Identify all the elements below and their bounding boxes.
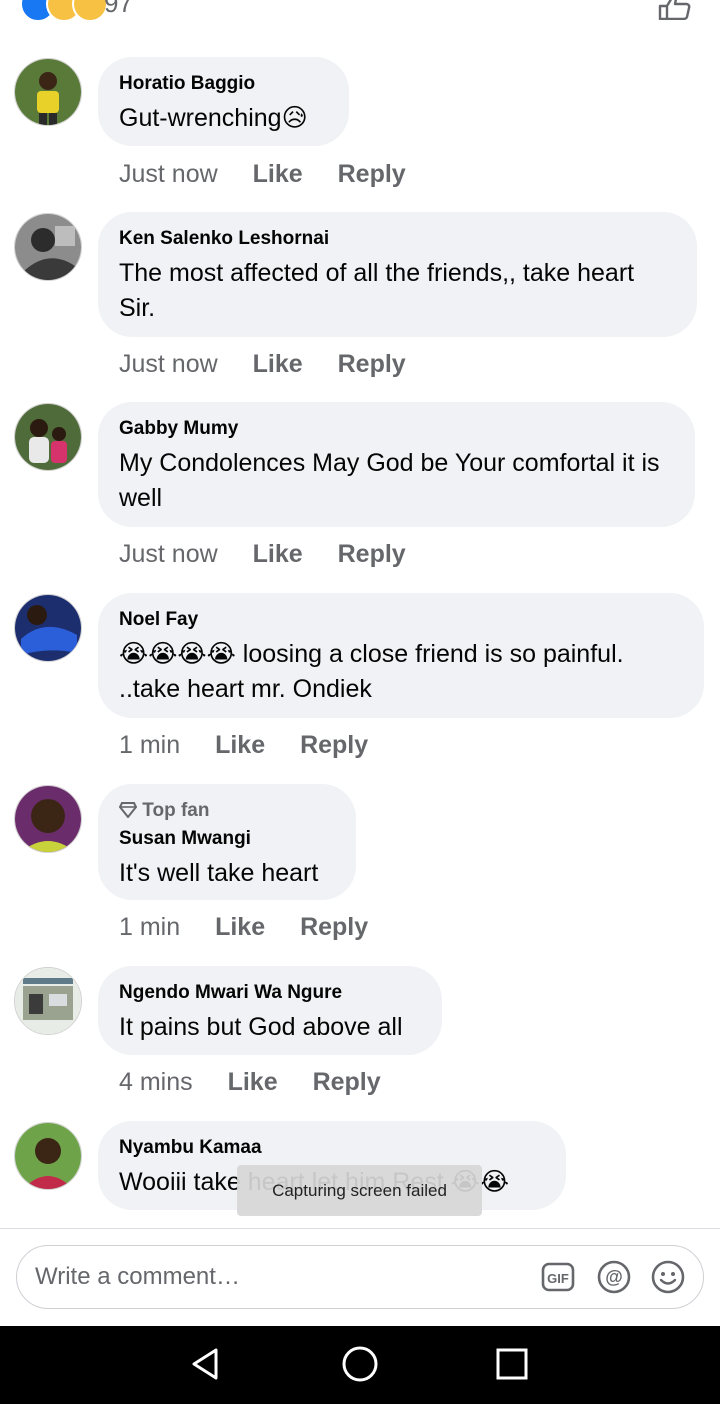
comment-time: Just now: [119, 540, 218, 568]
reply-button[interactable]: Reply: [313, 1068, 381, 1096]
reaction-summary-bar[interactable]: 97: [0, 0, 720, 22]
like-button[interactable]: Like: [253, 540, 303, 568]
comment-time: Just now: [119, 160, 218, 188]
comment-bubble[interactable]: Noel Fay 😭😭😭😭 loosing a close friend is …: [98, 593, 704, 718]
comment-list: Horatio Baggio Gut-wrenching😥 Just now L…: [0, 0, 720, 1228]
like-button[interactable]: Like: [215, 731, 265, 759]
comment-bubble[interactable]: Ngendo Mwari Wa Ngure It pains but God a…: [98, 966, 442, 1055]
reply-button[interactable]: Reply: [300, 731, 368, 759]
comment-time: 4 mins: [119, 1068, 193, 1096]
commenter-name[interactable]: Nyambu Kamaa: [119, 1137, 544, 1159]
top-fan-badge: Top fan: [118, 800, 334, 822]
reply-button[interactable]: Reply: [338, 350, 406, 378]
like-button[interactable]: Like: [228, 1068, 278, 1096]
system-nav-bar: [0, 1326, 720, 1404]
comment-input[interactable]: Write a comment… GIF @: [16, 1245, 704, 1309]
comment-text: The most affected of all the friends,, t…: [119, 259, 635, 322]
comment-meta: Just now Like Reply: [119, 540, 434, 569]
avatar[interactable]: [14, 58, 82, 126]
svg-text:@: @: [605, 1267, 623, 1287]
comment-text: It pains but God above all: [119, 1013, 403, 1041]
comment-time: 1 min: [119, 913, 181, 941]
mention-icon[interactable]: @: [597, 1260, 631, 1294]
commenter-name[interactable]: Noel Fay: [119, 609, 682, 631]
avatar[interactable]: [14, 785, 82, 853]
avatar[interactable]: [14, 594, 82, 662]
comment-meta: 1 min Like Reply: [119, 731, 396, 760]
avatar[interactable]: [14, 967, 82, 1035]
comment-time: Just now: [119, 350, 218, 378]
avatar[interactable]: [14, 1122, 82, 1190]
like-button[interactable]: Like: [253, 350, 303, 378]
avatar[interactable]: [14, 403, 82, 471]
commenter-name[interactable]: Susan Mwangi: [119, 828, 334, 850]
comment-input-placeholder: Write a comment…: [35, 1263, 240, 1290]
comment-bubble[interactable]: Horatio Baggio Gut-wrenching😥: [98, 57, 349, 146]
badge-label: Top fan: [142, 800, 210, 821]
commenter-name[interactable]: Gabby Mumy: [119, 418, 673, 440]
sad-reaction-icon: [72, 0, 108, 22]
comment-text: My Condolences May God be Your comfortal…: [119, 449, 660, 512]
reply-button[interactable]: Reply: [338, 540, 406, 568]
commenter-name[interactable]: Horatio Baggio: [119, 73, 327, 95]
comment-text: It's well take heart: [119, 859, 319, 887]
comment-meta: 1 min Like Reply: [119, 913, 396, 942]
avatar[interactable]: [14, 213, 82, 281]
reply-button[interactable]: Reply: [300, 913, 368, 941]
reaction-count[interactable]: 97: [104, 0, 133, 19]
recents-icon[interactable]: [492, 1344, 532, 1384]
thumbs-up-icon[interactable]: [658, 0, 692, 20]
comment-bubble[interactable]: Top fan Susan Mwangi It's well take hear…: [98, 784, 356, 900]
home-icon[interactable]: [340, 1344, 380, 1384]
emoji-icon[interactable]: [651, 1260, 685, 1294]
comment-bubble[interactable]: Ken Salenko Leshornai The most affected …: [98, 212, 697, 337]
commenter-name[interactable]: Ngendo Mwari Wa Ngure: [119, 982, 420, 1004]
back-icon[interactable]: [186, 1344, 226, 1384]
gif-icon[interactable]: GIF: [541, 1260, 575, 1294]
reply-button[interactable]: Reply: [338, 160, 406, 188]
comment-time: 1 min: [119, 731, 181, 759]
diamond-icon: [118, 802, 138, 819]
comment-text: Gut-wrenching😥: [119, 104, 308, 132]
like-button[interactable]: Like: [253, 160, 303, 188]
comment-meta: Just now Like Reply: [119, 160, 434, 189]
svg-text:GIF: GIF: [547, 1271, 569, 1286]
comment-meta: Just now Like Reply: [119, 350, 434, 379]
comment-composer: Write a comment… GIF @: [0, 1228, 720, 1327]
commenter-name[interactable]: Ken Salenko Leshornai: [119, 228, 675, 250]
toast-message: Capturing screen failed: [237, 1165, 482, 1216]
comment-bubble[interactable]: Gabby Mumy My Condolences May God be You…: [98, 402, 695, 527]
like-button[interactable]: Like: [215, 913, 265, 941]
comment-meta: 4 mins Like Reply: [119, 1068, 409, 1097]
comment-text: 😭😭😭😭 loosing a close friend is so painfu…: [119, 640, 624, 703]
